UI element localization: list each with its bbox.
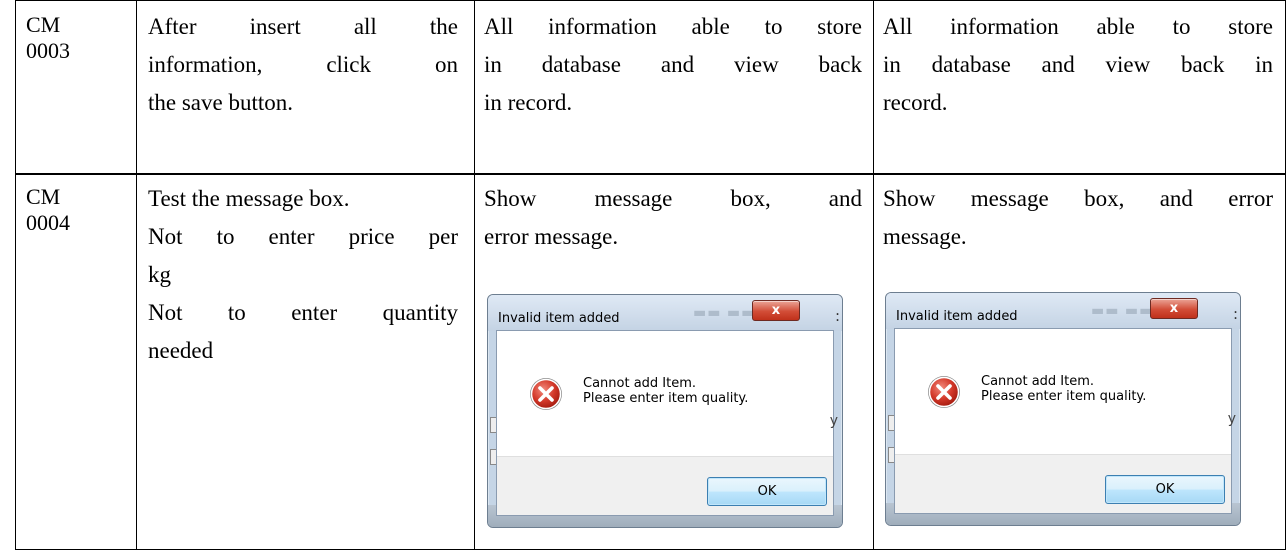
dialog-message-line: Please enter item quality. (583, 391, 749, 406)
table-row-divider (15, 173, 1286, 175)
background-window-text: : (1232, 305, 1238, 323)
test-id-number: 0003 (26, 38, 70, 63)
procedure-line: information, click on (148, 52, 458, 77)
background-window-text: : (834, 307, 840, 325)
procedure-line: kg (148, 262, 171, 287)
close-button[interactable]: x (1150, 298, 1198, 319)
procedure-line: Not to enter quantity (148, 300, 458, 325)
expected-result-line: in record. (484, 90, 573, 115)
error-message-box-screenshot: Invalid item added ▬▬ ▬▬ : x Cannot add … (487, 294, 843, 528)
column-divider-3 (873, 0, 874, 550)
dialog-message-line: Cannot add Item. (981, 374, 1095, 389)
expected-result-cell: All information able to store in databas… (484, 8, 862, 122)
test-id-cell: CM 0003 (26, 12, 126, 64)
dialog-title: Invalid item added (498, 311, 620, 326)
test-id-prefix: CM (26, 184, 61, 209)
error-message-box-screenshot: Invalid item added ▬▬ ▬▬ : x Cannot add … (885, 292, 1241, 526)
background-window-text: ▬▬ ▬▬ (1091, 303, 1154, 319)
procedure-line: needed (148, 338, 214, 363)
actual-result-cell: All information able to store in databas… (883, 8, 1273, 122)
test-id-number: 0004 (26, 210, 70, 235)
dialog-message-line: Please enter item quality. (981, 389, 1147, 404)
actual-result-line: All information able to store (883, 14, 1273, 39)
expected-result-line: All information able to store (484, 14, 862, 39)
expected-result-line: error message. (484, 224, 619, 249)
test-id-cell: CM 0004 (26, 184, 126, 236)
ok-button[interactable]: OK (707, 477, 827, 506)
test-case-table: CM 0003 After insert all the information… (0, 0, 1286, 550)
dialog-body: Cannot add Item. Please enter item quali… (496, 330, 834, 516)
background-window-text: ▬▬ ▬▬ (693, 305, 756, 321)
dialog-title: Invalid item added (896, 309, 1018, 324)
test-id-prefix: CM (26, 12, 61, 37)
actual-result-line: in database and view back in (883, 52, 1273, 77)
table-border-left (15, 0, 16, 550)
dialog-message: Cannot add Item. Please enter item quali… (583, 376, 748, 406)
dialog-message-line: Cannot add Item. (583, 376, 697, 391)
actual-result-line: message. (883, 224, 967, 249)
expected-result-cell: Show message box, and error message. (484, 180, 862, 256)
procedure-line: After insert all the (148, 14, 458, 39)
column-divider-2 (474, 0, 475, 550)
column-divider-1 (136, 0, 137, 550)
error-icon (530, 378, 562, 410)
procedure-line: Test the message box. (148, 186, 350, 211)
procedure-cell: Test the message box. Not to enter price… (148, 180, 458, 370)
procedure-line: Not to enter price per (148, 224, 458, 249)
ok-button[interactable]: OK (1105, 475, 1225, 504)
background-window-text: y (829, 413, 838, 429)
expected-result-line: Show message box, and (484, 186, 862, 211)
procedure-line: the save button. (148, 90, 293, 115)
close-button[interactable]: x (752, 300, 800, 321)
dialog-message: Cannot add Item. Please enter item quali… (981, 374, 1146, 404)
background-window-text: y (1227, 411, 1236, 427)
dialog-body: Cannot add Item. Please enter item quali… (894, 328, 1232, 514)
error-icon (928, 376, 960, 408)
procedure-cell: After insert all the information, click … (148, 8, 458, 122)
table-border-top (15, 0, 1286, 1)
expected-result-line: in database and view back (484, 52, 862, 77)
actual-result-line: Show message box, and error (883, 186, 1273, 211)
actual-result-line: record. (883, 90, 948, 115)
actual-result-cell: Show message box, and error message. (883, 180, 1273, 256)
